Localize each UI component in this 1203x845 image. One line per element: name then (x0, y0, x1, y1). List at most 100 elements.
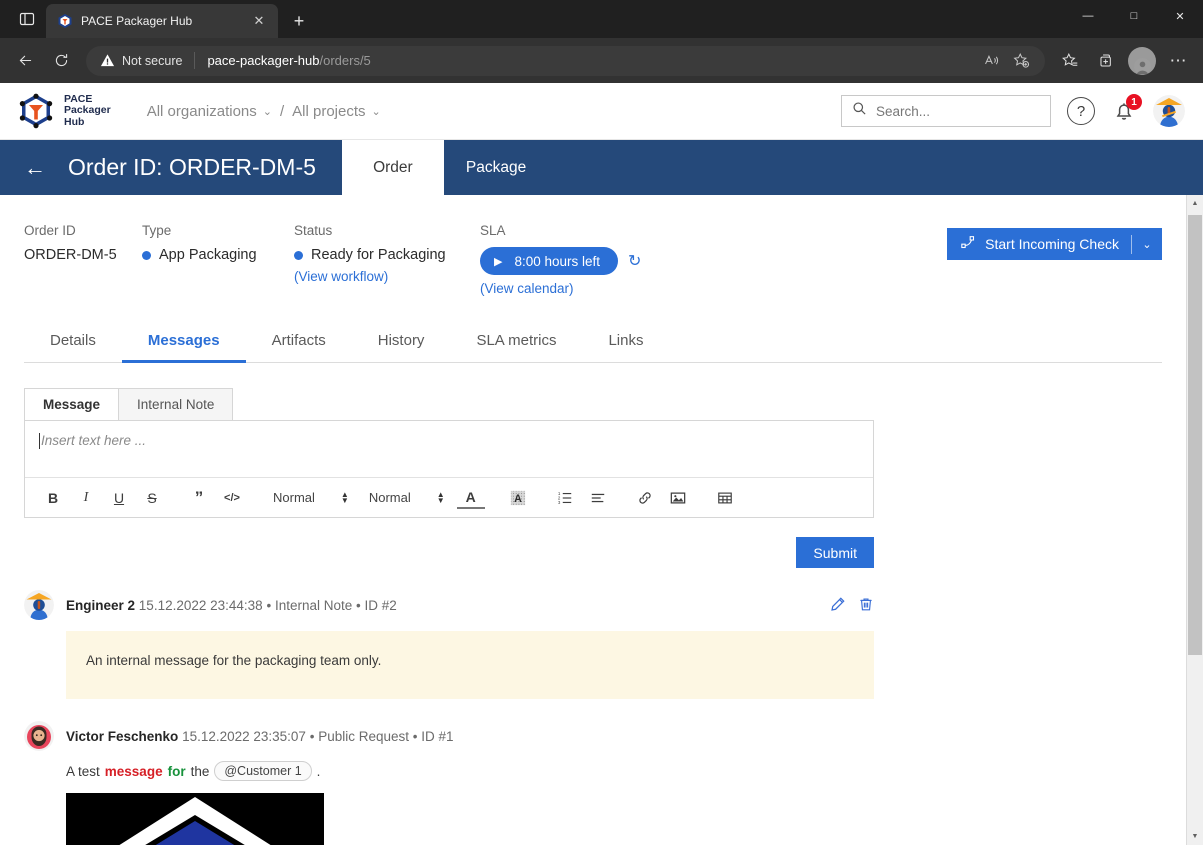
chevron-down-icon[interactable]: ⌄ (1132, 238, 1162, 251)
pace-logo-icon (18, 93, 54, 129)
security-indicator[interactable]: Not secure (100, 53, 182, 68)
search-placeholder: Search... (876, 103, 931, 119)
tab-artifacts[interactable]: Artifacts (246, 332, 352, 362)
address-bar[interactable]: Not secure pace-packager-hub/orders/5 (86, 45, 1045, 76)
browser-more-icon[interactable]: ⋯ (1161, 44, 1195, 78)
message-timestamp: 15.12.2022 23:35:07 (182, 728, 306, 744)
project-selector[interactable]: All projects ⌄ (292, 103, 381, 120)
summary-status: Status Ready for Packaging (View workflo… (294, 223, 480, 296)
notification-badge: 1 (1126, 94, 1142, 110)
sla-timer[interactable]: ▶ 8:00 hours left (480, 247, 619, 275)
edit-message-icon[interactable] (830, 596, 846, 617)
status-value: Ready for Packaging (311, 247, 446, 263)
composer-tabs: Message Internal Note (24, 388, 874, 420)
brand-logo-block[interactable]: PACE Packager Hub (18, 93, 111, 129)
refresh-sla-icon[interactable]: ↻ (628, 251, 641, 271)
mention-chip[interactable]: @Customer 1 (214, 761, 312, 781)
message-text-part: the (190, 763, 210, 779)
warning-icon (100, 54, 115, 67)
tab-sla-metrics[interactable]: SLA metrics (450, 332, 582, 362)
stepper-icon: ▲ ▼ (437, 490, 445, 504)
sla-play-icon: ▶ (494, 255, 503, 268)
sla-label: SLA (480, 223, 506, 238)
new-tab-button[interactable]: + (284, 6, 314, 36)
ordered-list-icon[interactable]: 1 2 3 (551, 484, 579, 512)
message-meta: Engineer 2 15.12.2022 23:44:38 • Interna… (66, 598, 397, 613)
add-favorite-icon[interactable] (1007, 48, 1035, 74)
tab-history[interactable]: History (352, 332, 451, 362)
sla-value: 8:00 hours left (514, 253, 601, 269)
blockquote-button[interactable]: ” (185, 484, 213, 512)
font-size-select[interactable]: Normal ▲ ▼ (265, 490, 349, 505)
tab-package[interactable]: Package (444, 140, 548, 195)
tab-details[interactable]: Details (24, 332, 122, 362)
text-caret (39, 433, 40, 449)
search-input[interactable]: Search... (841, 95, 1051, 127)
italic-button[interactable]: I (72, 484, 100, 512)
read-aloud-icon[interactable] (977, 48, 1005, 74)
link-icon[interactable] (631, 484, 659, 512)
align-icon[interactable] (584, 484, 612, 512)
favorites-icon[interactable] (1053, 44, 1087, 78)
profile-avatar-icon[interactable] (1125, 44, 1159, 78)
page-content: Order ID ORDER-DM-5 Type App Packaging S… (0, 195, 1186, 845)
order-summary: Order ID ORDER-DM-5 Type App Packaging S… (0, 195, 1186, 296)
highlight-color-icon[interactable]: A (504, 484, 532, 512)
code-button[interactable]: </> (218, 484, 246, 512)
order-header-bar: ← Order ID: ORDER-DM-5 Order Package (0, 140, 1203, 195)
minimize-button[interactable]: — (1065, 0, 1111, 32)
maximize-button[interactable]: □ (1111, 0, 1157, 32)
underline-button[interactable]: U (105, 484, 133, 512)
start-incoming-check-button[interactable]: Start Incoming Check ⌄ (947, 228, 1162, 260)
reload-icon[interactable] (44, 44, 78, 78)
close-window-button[interactable]: ✕ (1157, 0, 1203, 32)
back-icon[interactable] (8, 44, 42, 78)
view-workflow-link[interactable]: (View workflow) (294, 269, 480, 284)
image-icon[interactable] (664, 484, 692, 512)
message-author: Engineer 2 (66, 597, 136, 613)
message-id: ID #2 (364, 597, 397, 613)
summary-type: Type App Packaging (142, 223, 294, 296)
sla-row: ▶ 8:00 hours left ↻ (480, 247, 641, 275)
order-id-label: Order ID (24, 223, 76, 238)
tab-order[interactable]: Order (341, 140, 444, 195)
message-input-placeholder: Insert text here ... (41, 433, 147, 448)
tab-messages[interactable]: Messages (121, 332, 246, 363)
submit-button[interactable]: Submit (796, 537, 874, 568)
type-status-dot-icon (142, 250, 151, 260)
notifications-button[interactable]: 1 (1111, 94, 1142, 124)
bold-button[interactable]: B (39, 484, 67, 512)
start-incoming-check-label: Start Incoming Check (985, 236, 1119, 252)
tab-actions-icon[interactable] (8, 2, 46, 36)
close-tab-icon[interactable]: ✕ (248, 10, 270, 32)
browser-tab[interactable]: PACE Packager Hub ✕ (46, 4, 278, 38)
page-viewport: PACE Packager Hub All organizations ⌄ / … (0, 83, 1203, 845)
scroll-down-arrow-icon[interactable]: ▼ (1187, 828, 1203, 845)
delete-message-icon[interactable] (858, 596, 874, 617)
scrollbar-thumb[interactable] (1188, 215, 1202, 655)
scroll-up-arrow-icon[interactable]: ▲ (1187, 195, 1203, 212)
help-button[interactable]: ? (1067, 97, 1095, 125)
message-text-part: A test (66, 763, 100, 779)
composer-tab-internal-note[interactable]: Internal Note (119, 388, 234, 420)
collections-icon[interactable] (1089, 44, 1123, 78)
paragraph-style-value: Normal (368, 490, 411, 505)
view-calendar-link[interactable]: (View calendar) (480, 281, 641, 296)
text-color-icon[interactable]: A (456, 487, 485, 509)
tab-title: PACE Packager Hub (81, 14, 193, 28)
chevron-down-icon: ⌄ (262, 105, 272, 118)
org-selector[interactable]: All organizations ⌄ (147, 103, 272, 120)
strikethrough-button[interactable]: S (138, 484, 166, 512)
vertical-scrollbar[interactable]: ▲ ▼ (1186, 195, 1203, 845)
paragraph-style-select[interactable]: Normal ▲ ▼ (361, 490, 445, 505)
meta-separator: • (356, 597, 361, 613)
message-input[interactable]: Insert text here ... (25, 421, 873, 477)
back-to-orders-icon[interactable]: ← (24, 140, 68, 195)
font-size-value: Normal (273, 490, 315, 505)
tab-links[interactable]: Links (582, 332, 669, 362)
composer-tab-message[interactable]: Message (24, 388, 120, 420)
meta-separator: • (412, 728, 418, 744)
table-icon[interactable] (711, 484, 739, 512)
user-avatar[interactable] (1153, 95, 1185, 127)
message-attachment-image[interactable] (66, 793, 324, 845)
